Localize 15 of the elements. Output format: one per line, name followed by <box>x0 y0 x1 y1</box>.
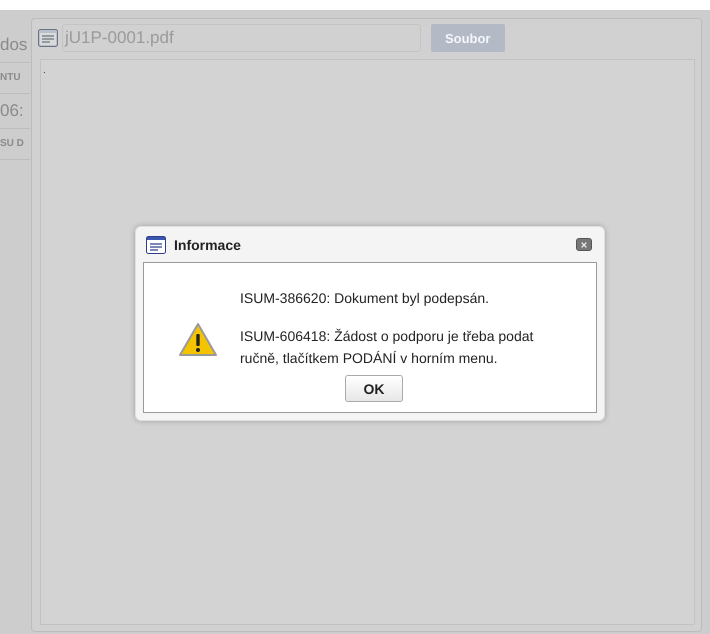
close-icon <box>580 240 588 248</box>
background-text: NTU <box>0 63 30 94</box>
ok-button[interactable]: OK <box>345 375 403 402</box>
background-text: dos <box>0 28 30 63</box>
file-button[interactable]: Soubor <box>431 24 504 52</box>
message-text: ISUM-386620: Dokument byl podepsán. <box>240 289 490 308</box>
document-text: . <box>43 65 46 76</box>
window-icon <box>146 236 166 254</box>
background-text: SU D <box>0 129 30 160</box>
close-button[interactable] <box>576 238 592 251</box>
warning-icon <box>178 322 218 358</box>
dialog-title: Informace <box>174 236 242 252</box>
background-text: 06: <box>0 94 30 129</box>
message-text: ISUM-606418: Žádost o podporu je třeba podat ručně, tlačítkem PODÁNÍ v horním menu. <box>240 327 534 368</box>
window-icon <box>38 29 58 47</box>
